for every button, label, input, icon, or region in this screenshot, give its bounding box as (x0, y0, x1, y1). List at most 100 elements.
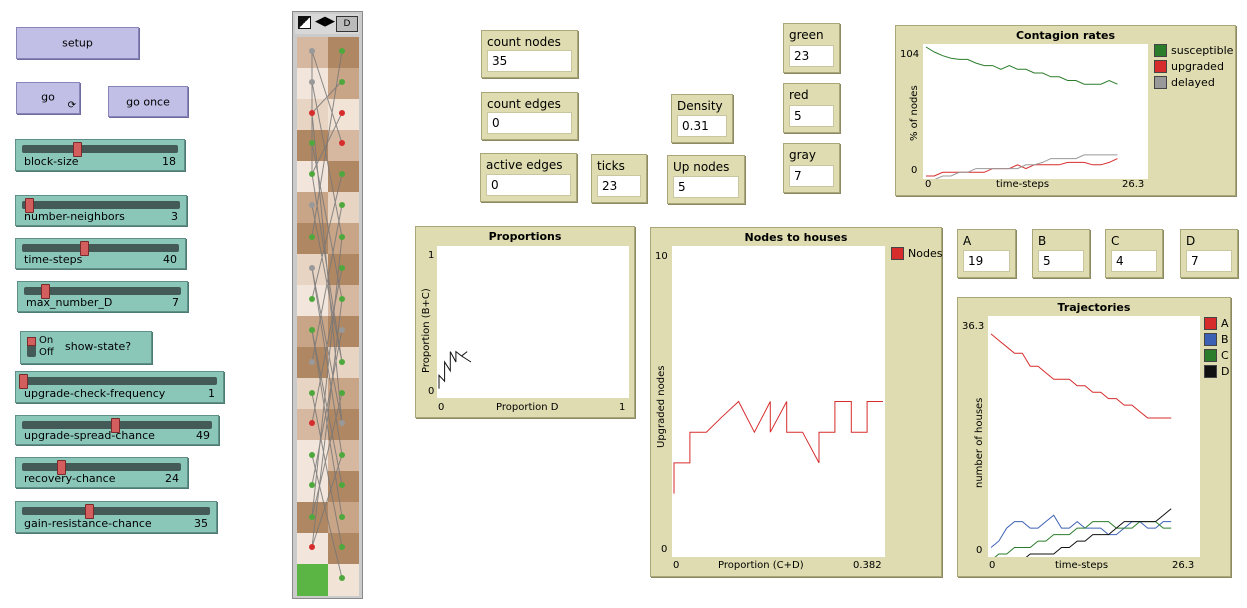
switch-off-label: Off (39, 347, 54, 358)
slider-time-steps[interactable]: time-steps 40 (15, 238, 186, 269)
slider-track (22, 507, 210, 515)
slider-gain-resistance-chance[interactable]: gain-resistance-chance 35 (15, 501, 217, 533)
legend-swatch (1154, 60, 1167, 73)
plot-nodes-to-houses: Nodes to houses 10 0 0 0.382 Proportion … (650, 227, 942, 577)
monitor-value: 0.31 (677, 115, 727, 137)
go-once-button[interactable]: go once (108, 86, 188, 117)
monitor-value: 5 (1038, 250, 1084, 272)
y-axis-label: Upgraded nodes (656, 365, 667, 448)
legend-label: C (1221, 349, 1229, 362)
monitor-value: 0 (486, 174, 571, 196)
slider-value: 1 (208, 387, 215, 400)
y-axis-label: % of nodes (909, 85, 920, 141)
slider-label: upgrade-spread-chance (24, 429, 155, 442)
monitor-label: C (1111, 234, 1120, 248)
legend-swatch (1154, 76, 1167, 89)
slider-upgrade-check-frequency[interactable]: upgrade-check-frequency 1 (15, 371, 224, 403)
slider-track (22, 145, 178, 153)
switch-toggle[interactable] (27, 337, 36, 357)
plot-title: Proportions (488, 230, 562, 243)
y-max-tick: 1 (428, 250, 435, 261)
monitor-label: B (1038, 234, 1047, 248)
series-line-delayed (926, 154, 1118, 181)
view-toolbar-letter: D (343, 19, 351, 29)
view-toolbar: ◀▶ D (295, 14, 359, 34)
setup-button[interactable]: setup (16, 27, 139, 59)
slider-recovery-chance[interactable]: recovery-chance 24 (15, 457, 188, 488)
legend-label: B (1221, 333, 1229, 346)
monitor-value: 23 (597, 175, 641, 197)
slider-upgrade-spread-chance[interactable]: upgrade-spread-chance 49 (15, 415, 219, 445)
plot-svg (925, 46, 1118, 181)
slider-value: 7 (172, 296, 179, 309)
monitor-label: D (1186, 234, 1196, 248)
slider-max-number-d[interactable]: max_number_D 7 (17, 281, 188, 312)
monitor-label: gray (789, 148, 817, 162)
monitor-red: red 5 (783, 83, 840, 133)
series-line-d (991, 508, 1172, 568)
y-axis-label: number of houses (974, 397, 985, 488)
setup-button-label: setup (62, 36, 93, 50)
monitor-active-edges: active edges 0 (480, 153, 577, 202)
world-view[interactable]: ◀▶ D (292, 11, 363, 599)
monitor-value: 4 (1111, 250, 1157, 272)
monitor-value: 23 (789, 45, 834, 67)
slider-block-size[interactable]: block-size 18 (15, 139, 185, 171)
slider-label: max_number_D (26, 296, 113, 309)
x-axis-label: time-steps (1055, 560, 1109, 571)
y-max-tick: 104 (900, 49, 920, 60)
x-axis-label: Proportion (C+D) (718, 560, 804, 571)
slider-label: time-steps (24, 253, 83, 266)
go-button[interactable]: go ⟳ (16, 82, 80, 114)
x-max-tick: 26.3 (1122, 179, 1145, 190)
monitor-up-nodes: Up nodes 5 (667, 155, 745, 204)
y-max-tick: 10 (655, 251, 668, 262)
legend-swatch (1154, 44, 1167, 57)
x-axis-label: time-steps (996, 179, 1050, 190)
monitor-label: active edges (486, 158, 563, 172)
patch-grid (297, 37, 359, 596)
plot-proportions: Proportions 1 0 0 1 Proportion D Proport… (415, 226, 635, 418)
monitor-label: A (963, 234, 972, 248)
series-line-c (990, 521, 1172, 561)
legend-item: D (1204, 365, 1229, 378)
vertical-wrap-icon[interactable]: D (336, 16, 358, 32)
y-min-tick: 0 (428, 386, 435, 397)
x-axis-label: Proportion D (496, 402, 559, 413)
slider-value: 49 (196, 429, 210, 442)
monitor-b: B 5 (1032, 229, 1090, 278)
plot-title: Contagion rates (1015, 29, 1116, 42)
plot-svg (990, 333, 1172, 568)
legend-swatch (1204, 333, 1217, 346)
legend-swatch (1204, 365, 1217, 378)
x-max-tick: 26.3 (1172, 560, 1195, 571)
x-min-tick: 0 (673, 560, 680, 571)
legend-label: susceptible (1171, 44, 1234, 57)
monitor-green: green 23 (783, 23, 840, 73)
series-line-0 (438, 350, 472, 389)
series-line-upgraded (926, 158, 1118, 177)
x-max-tick: 0.382 (853, 560, 882, 571)
series-line-b (990, 514, 1172, 548)
legend-item: C (1204, 349, 1229, 362)
slider-number-neighbors[interactable]: number-neighbors 3 (15, 195, 187, 226)
monitor-label: ticks (597, 159, 625, 173)
forever-icon: ⟳ (67, 100, 76, 111)
y-min-tick: 0 (911, 165, 918, 176)
slider-value: 35 (194, 517, 208, 530)
slider-track (22, 201, 180, 209)
legend-label: Nodes (908, 247, 943, 260)
monitor-count-nodes: count nodes 35 (481, 30, 578, 78)
switch-label: show-state? (65, 340, 132, 353)
perspective-icon[interactable] (298, 16, 311, 29)
slider-track (22, 377, 217, 385)
monitor-count-edges: count edges 0 (481, 92, 578, 140)
series-line-a (990, 333, 1172, 419)
legend-item: delayed (1154, 76, 1215, 89)
legend-swatch (891, 247, 904, 260)
legend-item: B (1204, 333, 1229, 346)
slider-label: gain-resistance-chance (24, 517, 152, 530)
show-state-switch[interactable]: On Off show-state? (20, 331, 152, 364)
monitor-label: green (789, 28, 824, 42)
horizontal-wrap-icon[interactable]: ◀▶ (315, 14, 335, 29)
